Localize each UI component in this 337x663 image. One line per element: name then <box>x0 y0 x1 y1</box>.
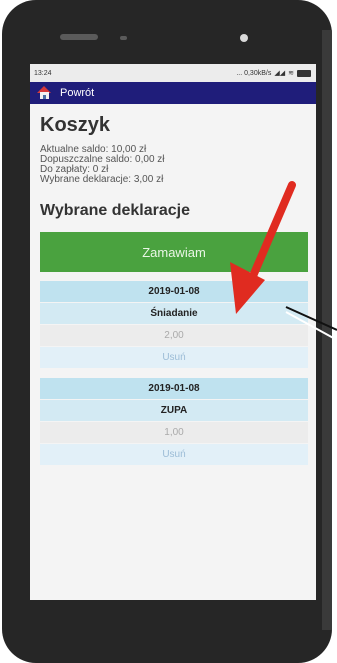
status-bar: 13:24 ... 0,30kB/s ◢◢ ≋ <box>30 64 316 82</box>
phone-sensor <box>120 36 127 40</box>
declaration-card: 2019-01-08 ZUPA 1,00 Usuń <box>40 378 308 466</box>
page-title: Koszyk <box>40 114 111 136</box>
network-speed: ... 0,30kB/s <box>236 69 272 77</box>
status-time: 13:24 <box>34 69 52 77</box>
declaration-price: 2,00 <box>40 325 308 347</box>
phone-screen: 13:24 ... 0,30kB/s ◢◢ ≋ Powrót Koszyk Ak… <box>30 64 316 600</box>
remove-button[interactable]: Usuń <box>40 444 308 466</box>
remove-button[interactable]: Usuń <box>40 347 308 369</box>
declaration-date: 2019-01-08 <box>40 378 308 400</box>
declaration-card: 2019-01-08 Śniadanie 2,00 Usuń <box>40 281 308 369</box>
declaration-price: 1,00 <box>40 422 308 444</box>
back-link[interactable]: Powrót <box>60 87 94 99</box>
home-icon[interactable] <box>37 86 52 100</box>
status-icons: ... 0,30kB/s ◢◢ ≋ <box>236 69 311 77</box>
phone-frame: 13:24 ... 0,30kB/s ◢◢ ≋ Powrót Koszyk Ak… <box>2 0 332 663</box>
declaration-meal: ZUPA <box>40 400 308 422</box>
back-navbar[interactable]: Powrót <box>30 82 316 104</box>
order-button[interactable]: Zamawiam <box>40 232 308 272</box>
phone-speaker <box>60 34 98 40</box>
declaration-date: 2019-01-08 <box>40 281 308 303</box>
wifi-icon: ≋ <box>288 70 294 77</box>
section-title: Wybrane deklaracje <box>40 202 191 219</box>
selected-declarations-total: Wybrane deklaracje: 3,00 zł <box>40 174 164 185</box>
balance-info: Aktualne saldo: 10,00 zł Dopuszczalne sa… <box>40 145 316 185</box>
declaration-meal: Śniadanie <box>40 303 308 325</box>
signal-icon: ◢◢ <box>274 70 286 77</box>
main-content: Koszyk Aktualne saldo: 10,00 zł Dopuszcz… <box>30 114 316 466</box>
phone-camera <box>240 34 248 42</box>
phone-side-edge <box>322 30 332 630</box>
battery-icon <box>297 69 311 77</box>
